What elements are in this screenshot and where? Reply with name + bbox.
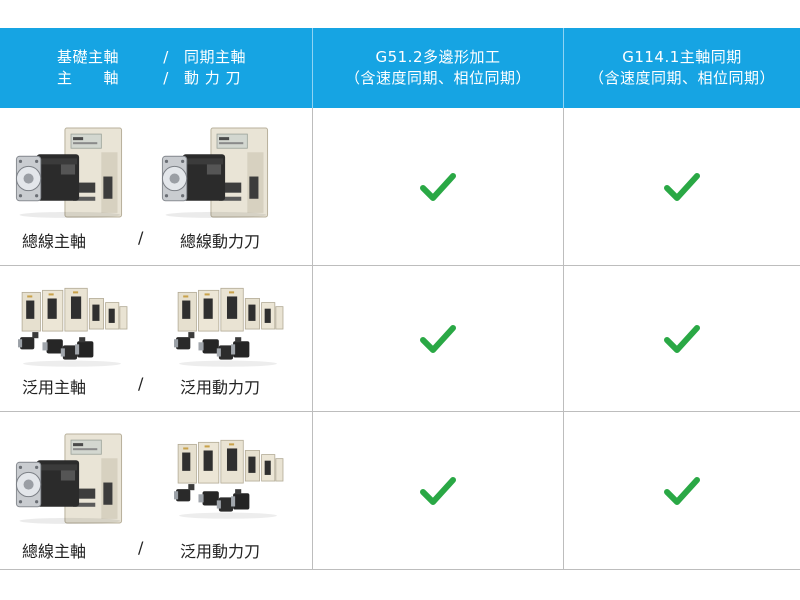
header-basic-spindle: 基礎主軸 [56, 48, 119, 66]
header-g51-2-subtitle: （含速度同期、相位同期） [344, 69, 531, 87]
header-g114-1-subtitle: （含速度同期、相位同期） [588, 69, 775, 87]
check-icon [664, 475, 700, 507]
row-left-label: 泛用主軸 [22, 378, 87, 397]
check-icon [664, 323, 700, 355]
g114-1-support-cell [563, 412, 800, 569]
row-slash: / [138, 228, 144, 247]
row-config-cell: 泛用主軸 / 泛用動力刀 [0, 266, 312, 411]
header-spindle-type: 基礎主軸 / 同期主軸 主 軸 / 動 力 刀 [0, 28, 312, 108]
check-icon [420, 323, 456, 355]
bus-servo-drive-image [14, 432, 126, 528]
g114-1-support-cell [563, 108, 800, 265]
row-left-label: 總線主軸 [22, 232, 87, 251]
row-right-label: 總線動力刀 [180, 232, 261, 251]
header-slash: / [163, 69, 169, 87]
row-config-cell: 總線主軸 / 泛用動力刀 [0, 412, 312, 569]
header-main-spindle: 主 軸 [56, 69, 119, 87]
row-right-label: 泛用動力刀 [180, 378, 261, 397]
row-left-label: 總線主軸 [22, 542, 87, 561]
row-slash: / [138, 374, 144, 393]
general-servo-drives-image [16, 286, 128, 368]
table-header: 基礎主軸 / 同期主軸 主 軸 / 動 力 刀 G51.2多邊形加工 （含速度同… [0, 28, 800, 108]
row-config-cell: 總線主軸 / 總線動力刀 [0, 108, 312, 265]
header-sync-spindle: 同期主軸 [184, 48, 247, 66]
header-slash: / [163, 48, 169, 66]
header-g114-1-title: G114.1主軸同期 [622, 48, 742, 66]
check-icon [664, 171, 700, 203]
table-row: 泛用主軸 / 泛用動力刀 [0, 266, 800, 412]
header-g114-1: G114.1主軸同期 （含速度同期、相位同期） [563, 28, 800, 108]
table-row: 總線主軸 / 總線動力刀 [0, 108, 800, 266]
general-servo-drives-image [172, 286, 284, 368]
row-right-label: 泛用動力刀 [180, 542, 261, 561]
header-power-tool: 動 力 刀 [184, 69, 242, 87]
row-slash: / [138, 538, 144, 557]
g51-2-support-cell [312, 412, 563, 569]
table-row: 總線主軸 / 泛用動力刀 [0, 412, 800, 570]
general-servo-drives-image [172, 438, 284, 520]
bus-servo-drive-image [14, 126, 126, 222]
bus-servo-drive-image [160, 126, 272, 222]
g51-2-support-cell [312, 108, 563, 265]
check-icon [420, 171, 456, 203]
header-g51-2: G51.2多邊形加工 （含速度同期、相位同期） [312, 28, 563, 108]
comparison-table: 基礎主軸 / 同期主軸 主 軸 / 動 力 刀 G51.2多邊形加工 （含速度同… [0, 28, 800, 570]
g51-2-support-cell [312, 266, 563, 411]
g114-1-support-cell [563, 266, 800, 411]
check-icon [420, 475, 456, 507]
header-g51-2-title: G51.2多邊形加工 [375, 48, 501, 66]
